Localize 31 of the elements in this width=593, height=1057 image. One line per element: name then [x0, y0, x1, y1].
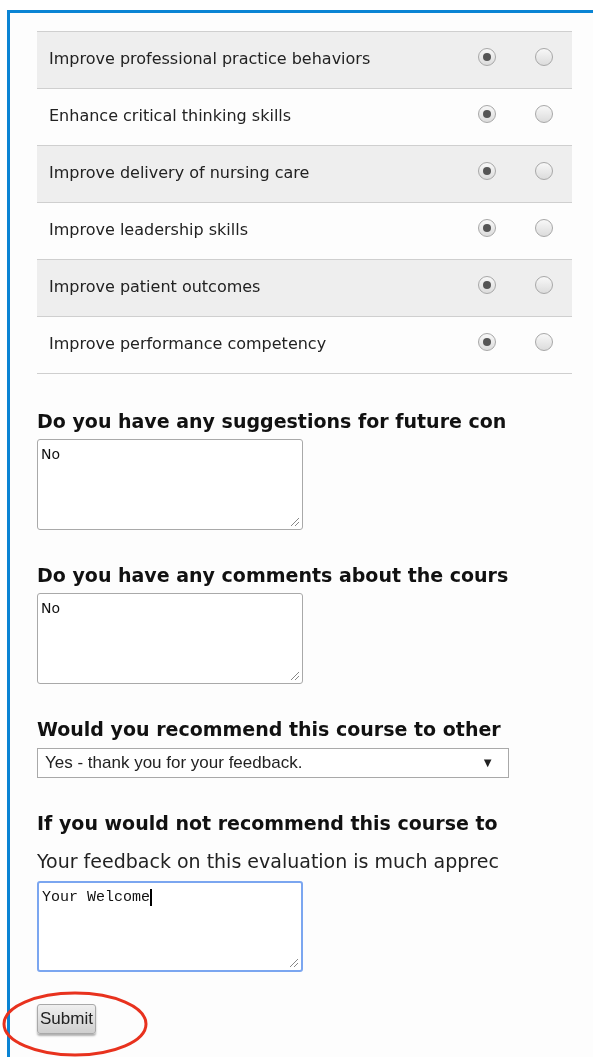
resize-grip-icon[interactable] [290, 671, 300, 681]
radio-button[interactable] [478, 48, 496, 66]
resize-grip-icon[interactable] [290, 517, 300, 527]
radio-button[interactable] [535, 48, 553, 66]
row-label: Improve leadership skills [49, 219, 249, 241]
radio-button[interactable] [535, 162, 553, 180]
radio-button[interactable] [535, 276, 553, 294]
text-area[interactable]: No [37, 439, 303, 530]
radio-button[interactable] [478, 333, 496, 351]
radio-button[interactable] [478, 162, 496, 180]
radio-button[interactable] [535, 333, 553, 351]
submit-button[interactable]: Submit [37, 1004, 96, 1034]
radio-button[interactable] [478, 219, 496, 237]
question-heading: Would you recommend this course to other [37, 717, 502, 741]
question-heading: If you would not recommend this course to [37, 811, 499, 835]
resize-grip-icon[interactable] [289, 958, 299, 968]
dropdown-select[interactable]: Yes - thank you for your feedback. ▼ [37, 748, 509, 778]
question-heading: Do you have any comments about the cours [37, 563, 510, 587]
row-label: Improve patient outcomes [49, 276, 262, 298]
row-label: Enhance critical thinking skills [49, 105, 293, 127]
text-area[interactable]: No [37, 593, 303, 684]
radio-button[interactable] [535, 105, 553, 123]
row-label: Improve delivery of nursing care [49, 162, 311, 184]
radio-button[interactable] [478, 276, 496, 294]
radio-button[interactable] [535, 219, 553, 237]
row-label: Improve performance competency [49, 333, 328, 355]
question-note: Your feedback on this evaluation is much apprec [37, 849, 500, 873]
question-heading: Do you have any suggestions for future con [37, 409, 508, 433]
radio-button[interactable] [478, 105, 496, 123]
row-label: Improve professional practice behaviors [49, 48, 372, 70]
text-area[interactable]: Your Welcome [37, 881, 303, 972]
